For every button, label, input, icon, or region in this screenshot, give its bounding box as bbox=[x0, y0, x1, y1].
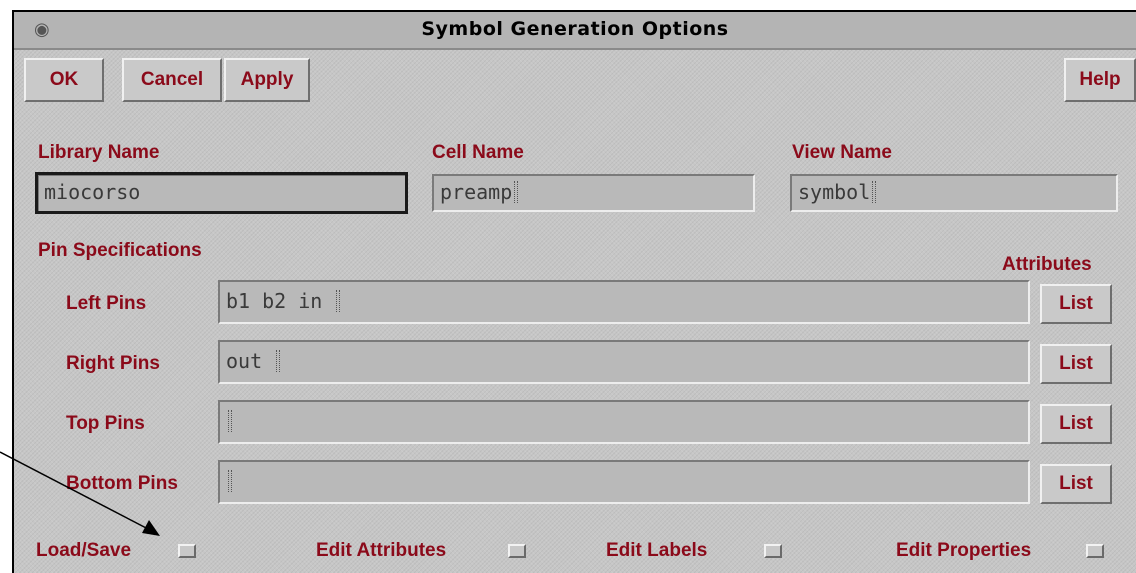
annotation-arrow-icon bbox=[0, 451, 160, 536]
screen: ◉ Symbol Generation Options OK Cancel Ap… bbox=[0, 0, 1136, 573]
